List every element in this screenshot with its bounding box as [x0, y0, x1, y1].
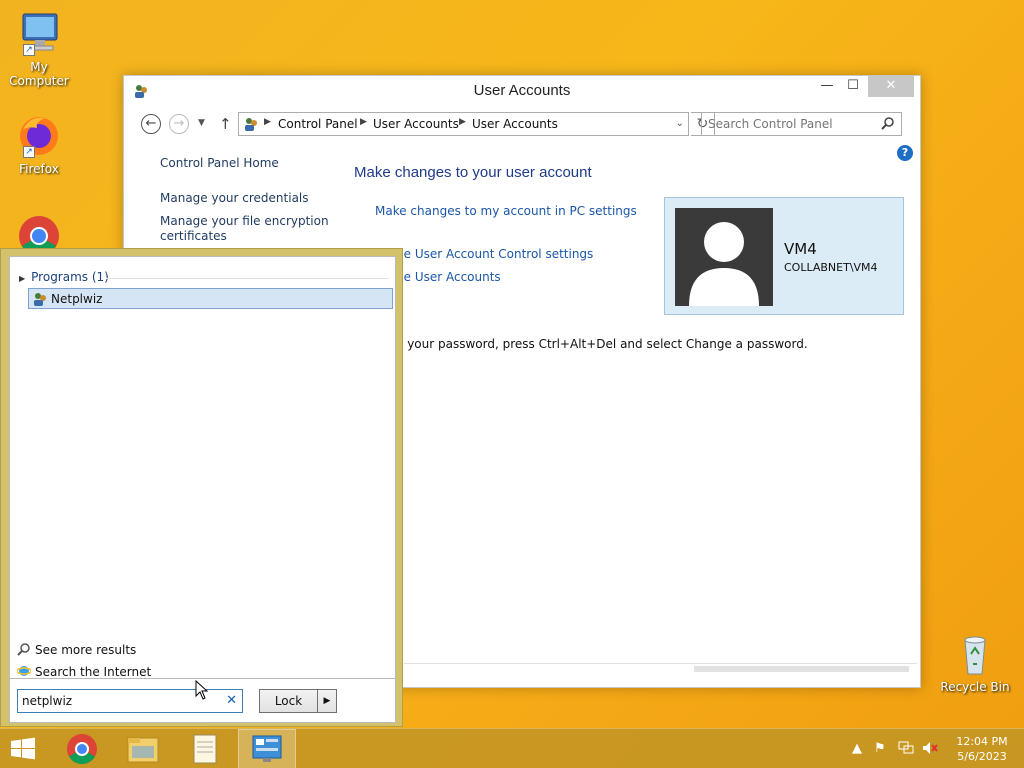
start-button[interactable]	[0, 729, 46, 768]
user-name: VM4	[784, 240, 817, 258]
back-arrow-icon[interactable]: ←	[141, 114, 161, 134]
search-results-pane: ▶ Programs (1) Netplwiz See more results …	[9, 256, 396, 679]
desktop-icon-label: Firefox	[19, 162, 59, 176]
control-panel-icon	[243, 116, 259, 132]
address-bar[interactable]: ▶ Control Panel ▶ User Accounts ▶ User A…	[238, 112, 689, 136]
action-center-flag-icon[interactable]: ⚑	[874, 741, 886, 756]
avatar	[675, 208, 773, 306]
search-internet-link[interactable]: Search the Internet	[16, 664, 152, 679]
desktop-icon-label: My Computer	[9, 60, 69, 88]
user-domain: COLLABNET\VM4	[784, 261, 878, 274]
address-dropdown-chevron-icon[interactable]: ⌄	[676, 118, 684, 129]
manage-encryption-certificates-link[interactable]: Manage your file encryption certificates	[160, 214, 340, 244]
see-more-results-link[interactable]: See more results	[17, 642, 136, 657]
power-options-arrow-icon[interactable]: ▶	[317, 689, 337, 713]
control-panel-icon	[252, 735, 282, 762]
lock-button[interactable]: Lock	[259, 689, 318, 713]
scrollbar-thumb[interactable]	[694, 666, 909, 672]
up-arrow-icon[interactable]: ↑	[219, 115, 232, 133]
help-icon[interactable]: ?	[897, 145, 913, 161]
navigation-bar: ← → ▼ ↑ ▶ Control Panel ▶ User Accounts …	[124, 109, 920, 139]
divider	[106, 278, 389, 279]
desktop-icon-firefox[interactable]: ↗ Firefox	[1, 112, 77, 176]
internet-explorer-icon	[16, 664, 32, 678]
see-more-results-label: See more results	[35, 643, 137, 657]
breadcrumb-separator-icon: ▶	[459, 117, 466, 127]
folder-icon	[127, 737, 159, 763]
recycle-bin-icon	[951, 630, 999, 678]
mouse-cursor-icon	[195, 679, 209, 700]
windows-logo-icon	[11, 737, 35, 760]
user-account-card: VM4 COLLABNET\VM4	[664, 197, 904, 315]
search-control-panel[interactable]	[701, 112, 902, 136]
horizontal-scrollbar[interactable]	[404, 663, 917, 673]
page-heading: Make changes to your user account	[354, 164, 592, 181]
volume-muted-icon[interactable]	[922, 741, 938, 759]
computer-icon: ↗	[15, 10, 63, 58]
notepad-icon	[193, 734, 217, 764]
expand-triangle-icon: ▶	[19, 274, 26, 283]
programs-group-label: Programs (1)	[31, 270, 109, 284]
minimize-button[interactable]: —	[814, 76, 840, 97]
uac-settings-link[interactable]: ge User Account Control settings	[396, 247, 593, 261]
start-search-field[interactable]: ✕	[17, 689, 243, 713]
taskbar: ▲ ⚑ 12:04 PM 5/6/2023	[0, 728, 1024, 768]
close-button[interactable]: ✕	[868, 76, 914, 97]
clock-time: 12:04 PM	[956, 735, 1008, 748]
taskbar-chrome[interactable]	[53, 729, 111, 768]
taskbar-notepad[interactable]	[176, 729, 234, 768]
magnifier-icon	[17, 642, 31, 656]
forward-arrow-icon[interactable]: →	[169, 114, 189, 134]
start-search-input[interactable]	[22, 691, 222, 711]
system-clock[interactable]: 12:04 PM 5/6/2023	[952, 734, 1012, 764]
network-icon[interactable]	[898, 741, 914, 759]
search-result-label: Netplwiz	[51, 292, 103, 306]
manage-credentials-link[interactable]: Manage your credentials	[160, 191, 340, 206]
manage-user-accounts-link[interactable]: ge User Accounts	[396, 270, 501, 284]
search-internet-label: Search the Internet	[35, 665, 152, 679]
password-note: e your password, press Ctrl+Alt+Del and …	[396, 337, 808, 351]
desktop-icon-label: Recycle Bin	[940, 680, 1010, 694]
search-input[interactable]	[708, 114, 878, 134]
clock-date: 5/6/2023	[957, 750, 1007, 763]
left-pane: Control Panel Home Manage your credentia…	[160, 156, 340, 252]
maximize-button[interactable]: ☐	[840, 76, 866, 97]
pc-settings-link[interactable]: Make changes to my account in PC setting…	[375, 204, 637, 218]
search-icon[interactable]	[881, 116, 895, 130]
title-bar[interactable]: User Accounts — ☐ ✕	[124, 76, 920, 106]
chrome-icon	[67, 734, 97, 765]
programs-group-header[interactable]: ▶ Programs (1)	[19, 270, 109, 284]
breadcrumb-control-panel[interactable]: Control Panel	[278, 117, 358, 131]
control-panel-home-link[interactable]: Control Panel Home	[160, 156, 340, 170]
window-title: User Accounts	[473, 82, 571, 99]
search-result-netplwiz[interactable]: Netplwiz	[28, 288, 393, 309]
breadcrumb-separator-icon: ▶	[360, 117, 367, 127]
show-hidden-icons-chevron-icon[interactable]: ▲	[852, 741, 862, 756]
desktop-icon-my-computer[interactable]: ↗ My Computer	[1, 10, 77, 88]
desktop-icon-recycle-bin[interactable]: Recycle Bin	[937, 630, 1013, 694]
breadcrumb-user-accounts[interactable]: User Accounts	[373, 117, 459, 131]
taskbar-control-panel[interactable]	[238, 729, 296, 768]
firefox-icon: ↗	[15, 112, 63, 160]
breadcrumb-separator-icon: ▶	[264, 117, 271, 127]
start-menu: ▶ Programs (1) Netplwiz See more results …	[0, 248, 403, 727]
breadcrumb-user-accounts-current[interactable]: User Accounts	[472, 117, 558, 131]
recent-locations-chevron-icon[interactable]: ▼	[198, 118, 205, 128]
taskbar-file-explorer[interactable]	[114, 729, 172, 768]
netplwiz-icon	[32, 291, 48, 307]
clear-search-icon[interactable]: ✕	[226, 693, 237, 708]
